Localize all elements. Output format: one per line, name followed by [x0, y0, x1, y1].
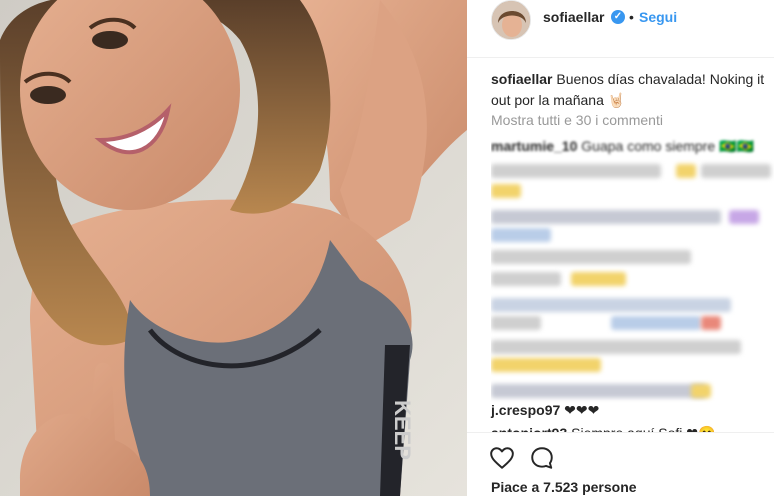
heart-outline-icon[interactable]: [489, 445, 515, 471]
avatar[interactable]: [491, 0, 531, 40]
blurred-emoji: [691, 384, 711, 398]
comments-list: martumie_10 Guapa como siempre 🇧🇷🇧🇷: [491, 134, 774, 434]
verified-badge-icon: ✓: [611, 10, 625, 24]
blurred-emoji: [491, 184, 521, 198]
blurred-emoji: [571, 272, 626, 286]
blurred-emoji: [701, 316, 721, 330]
post-photo[interactable]: KEEP: [0, 0, 467, 496]
comment-text: Guapa como siempre 🇧🇷🇧🇷: [581, 138, 754, 154]
blurred-comment: [491, 384, 706, 398]
blurred-emoji: [729, 210, 759, 224]
blurred-comment: [701, 164, 771, 178]
comment-username[interactable]: martumie_10: [491, 138, 577, 154]
blurred-comment: [491, 340, 741, 354]
blurred-comment: [491, 316, 541, 330]
comment-username[interactable]: j.crespo97: [491, 402, 560, 418]
likes-count[interactable]: Piace a 7.523 persone: [491, 479, 637, 495]
comment-item: martumie_10 Guapa como siempre 🇧🇷🇧🇷: [491, 138, 754, 155]
blurred-comment: [491, 272, 561, 286]
post-actions: Piace a 7.523 persone: [467, 432, 774, 496]
blurred-emoji: [491, 358, 601, 372]
blurred-comment: [491, 298, 731, 312]
post-caption: sofiaellar Buenos días chavalada! Noking…: [491, 69, 774, 111]
blurred-emoji: [676, 164, 696, 178]
caption-username[interactable]: sofiaellar: [491, 71, 552, 87]
separator-dot: •: [629, 9, 634, 25]
blurred-comment: [611, 316, 701, 330]
blurred-comment: [491, 250, 691, 264]
selfie-image: KEEP: [0, 0, 467, 496]
post-sidebar: sofiaellar ✓ • Segui sofiaellar Buenos d…: [467, 0, 774, 496]
follow-button[interactable]: Segui: [639, 9, 677, 25]
blurred-comment: [491, 164, 661, 178]
blurred-comment: [491, 228, 551, 242]
comment-text: ❤❤❤: [564, 402, 600, 418]
comment-item: j.crespo97 ❤❤❤: [491, 402, 599, 419]
view-all-comments-link[interactable]: Mostra tutti e 30 i commenti: [491, 112, 663, 128]
post-header: sofiaellar ✓ • Segui: [467, 0, 774, 58]
svg-text:KEEP: KEEP: [390, 400, 415, 460]
speech-bubble-icon[interactable]: [529, 445, 555, 471]
header-username[interactable]: sofiaellar: [543, 9, 604, 25]
blurred-comment: [491, 210, 721, 224]
